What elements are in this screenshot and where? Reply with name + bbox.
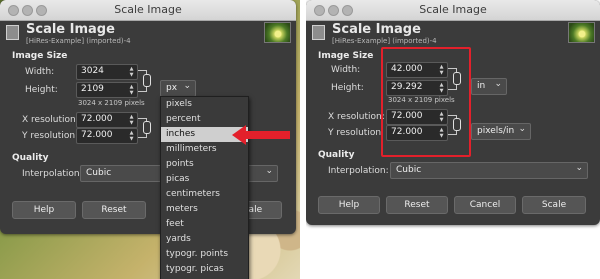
header-title: Scale Image bbox=[26, 22, 115, 37]
help-button[interactable]: Help bbox=[12, 201, 76, 219]
spinner-arrows-icon[interactable]: ▲ ▼ bbox=[128, 66, 135, 78]
width-label: Width: bbox=[25, 67, 55, 77]
red-highlight-box bbox=[381, 47, 471, 157]
width-field[interactable]: 3024 ▲ ▼ bbox=[76, 64, 138, 80]
unit-menu-item[interactable]: meters bbox=[161, 202, 248, 217]
y-resolution-field[interactable]: 72.000 ▲ ▼ bbox=[76, 128, 138, 144]
height-value: 2109 bbox=[81, 84, 104, 94]
width-value: 3024 bbox=[81, 66, 104, 76]
unit-menu-item[interactable]: typogr. points bbox=[161, 247, 248, 262]
header-title: Scale Image bbox=[332, 22, 421, 37]
height-label: Height: bbox=[25, 85, 58, 95]
reset-button[interactable]: Reset bbox=[386, 196, 448, 214]
size-unit-select[interactable]: in ⌄ bbox=[471, 78, 507, 95]
spinner-arrows-icon[interactable]: ▲ ▼ bbox=[128, 84, 135, 96]
scale-image-icon bbox=[312, 25, 325, 40]
scale-button[interactable]: Scale bbox=[522, 196, 586, 214]
window-title: Scale Image bbox=[419, 3, 487, 16]
unit-dropdown-menu: pixels percent inches millimeters points pica… bbox=[160, 96, 249, 279]
scale-image-icon bbox=[6, 25, 19, 40]
unit-menu-item[interactable]: yards bbox=[161, 232, 248, 247]
cancel-button[interactable]: Cancel bbox=[454, 196, 516, 214]
chain-link-icon[interactable] bbox=[143, 74, 151, 87]
title-bar: Scale Image bbox=[0, 0, 296, 21]
unit-menu-item[interactable]: pixels bbox=[161, 97, 248, 112]
x-resolution-label: X resolution: bbox=[328, 112, 385, 122]
image-thumbnail-icon bbox=[264, 22, 291, 43]
unit-menu-item[interactable]: feet bbox=[161, 217, 248, 232]
x-resolution-field[interactable]: 72.000 ▲ ▼ bbox=[76, 112, 138, 128]
quality-heading: Quality bbox=[318, 150, 355, 160]
image-size-heading: Image Size bbox=[12, 51, 68, 61]
width-label: Width: bbox=[331, 65, 361, 75]
left-screenshot: Scale Image Scale Image [HiRes-Example] … bbox=[0, 0, 300, 279]
height-label: Height: bbox=[331, 83, 364, 93]
x-resolution-value: 72.000 bbox=[81, 114, 113, 124]
x-resolution-label: X resolution: bbox=[22, 115, 79, 125]
image-thumbnail-icon bbox=[568, 22, 595, 43]
help-button[interactable]: Help bbox=[318, 196, 380, 214]
interpolation-value: Cubic bbox=[86, 168, 112, 178]
quality-heading: Quality bbox=[12, 153, 49, 163]
dialog-header: Scale Image [HiRes-Example] (imported)-4 bbox=[0, 20, 296, 46]
red-arrow-icon bbox=[232, 125, 290, 145]
size-unit-select[interactable]: px ⌄ bbox=[160, 80, 196, 97]
image-size-heading: Image Size bbox=[318, 51, 374, 61]
unit-menu-item[interactable]: centimeters bbox=[161, 187, 248, 202]
dropdown-caret-icon: ⌄ bbox=[494, 79, 502, 89]
dropdown-caret-icon: ⌄ bbox=[265, 166, 273, 176]
dialog-header: Scale Image [HiRes-Example] (imported)-4 bbox=[306, 20, 600, 46]
y-resolution-label: Y resolution: bbox=[328, 128, 385, 138]
spinner-arrows-icon[interactable]: ▲ ▼ bbox=[128, 114, 135, 126]
dropdown-caret-icon: ⌄ bbox=[518, 124, 526, 134]
dropdown-caret-icon: ⌄ bbox=[183, 81, 191, 91]
header-subtitle: [HiRes-Example] (imported)-4 bbox=[26, 37, 131, 45]
header-subtitle: [HiRes-Example] (imported)-4 bbox=[332, 37, 437, 45]
interpolation-value: Cubic bbox=[396, 165, 422, 175]
window-title: Scale Image bbox=[114, 3, 182, 16]
reset-button[interactable]: Reset bbox=[82, 201, 146, 219]
title-bar: Scale Image bbox=[306, 0, 600, 21]
chain-link-icon[interactable] bbox=[143, 121, 151, 134]
resolution-unit-value: pixels/in bbox=[477, 126, 515, 136]
scale-image-dialog-left: Scale Image Scale Image [HiRes-Example] … bbox=[0, 0, 296, 234]
y-resolution-label: Y resolution: bbox=[22, 131, 79, 141]
resolution-unit-select[interactable]: pixels/in ⌄ bbox=[471, 123, 531, 140]
unit-menu-item[interactable]: points bbox=[161, 157, 248, 172]
height-field[interactable]: 2109 ▲ ▼ bbox=[76, 82, 138, 98]
spinner-arrows-icon[interactable]: ▲ ▼ bbox=[128, 130, 135, 142]
pixels-note: 3024 x 2109 pixels bbox=[78, 99, 145, 107]
unit-menu-item[interactable]: picas bbox=[161, 172, 248, 187]
interpolation-label: Interpolation: bbox=[22, 169, 83, 179]
interpolation-label: Interpolation: bbox=[328, 166, 389, 176]
unit-menu-item[interactable]: typogr. picas bbox=[161, 262, 248, 277]
interpolation-select[interactable]: Cubic ⌄ bbox=[390, 162, 588, 179]
size-unit-value: px bbox=[166, 83, 178, 93]
y-resolution-value: 72.000 bbox=[81, 130, 113, 140]
size-unit-value: in bbox=[477, 81, 486, 91]
dropdown-caret-icon: ⌄ bbox=[575, 163, 583, 173]
